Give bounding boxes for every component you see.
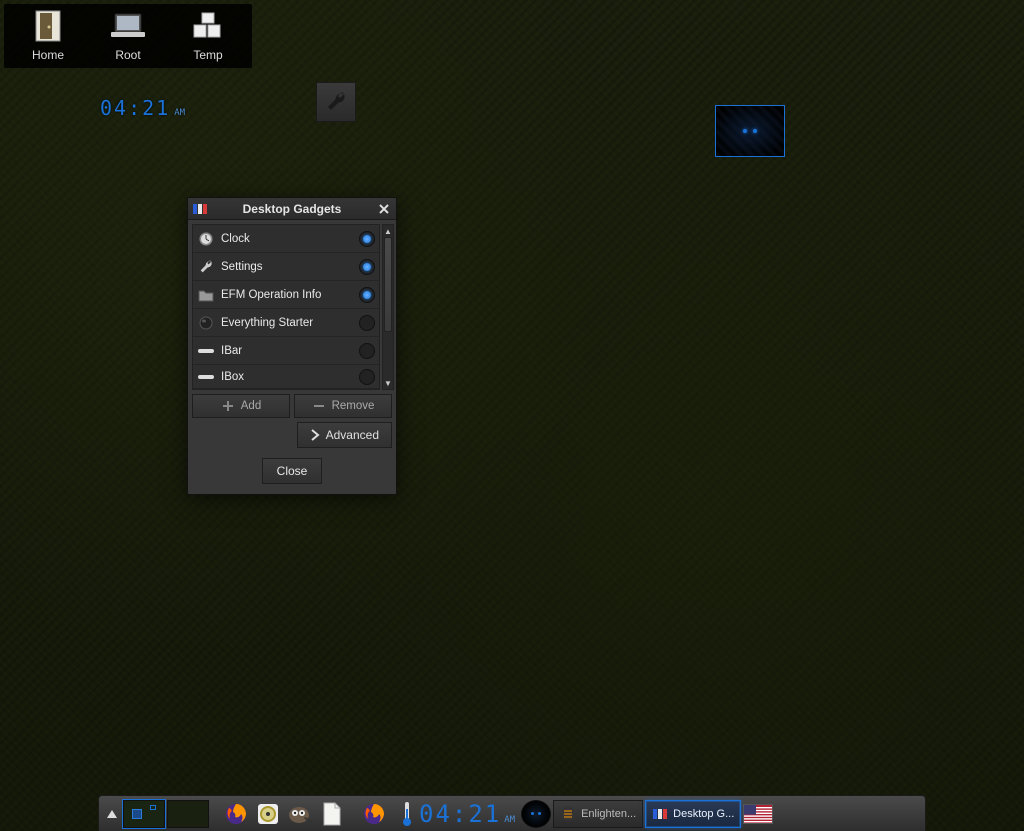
desktop-gadgets-dialog: Desktop Gadgets Clock Settings — [187, 197, 397, 495]
temp-label: Temp — [193, 48, 222, 62]
gadget-label: IBar — [215, 345, 359, 357]
gadget-toggle[interactable] — [359, 259, 375, 275]
clock-icon — [197, 230, 215, 248]
task-desktop-gadgets[interactable]: Desktop G... — [645, 800, 741, 828]
gadget-row-efm[interactable]: EFM Operation Info — [193, 281, 379, 309]
task-label: Desktop G... — [673, 808, 734, 820]
gadget-row-clock[interactable]: Clock — [193, 225, 379, 253]
wrench-icon — [324, 90, 348, 114]
folder-icon — [197, 286, 215, 304]
home-icon[interactable]: Home — [20, 8, 76, 62]
bar-icon — [197, 368, 215, 386]
eyes-icon — [743, 129, 757, 133]
settings-gadget[interactable] — [316, 82, 356, 122]
music-launcher[interactable] — [253, 800, 283, 828]
list-scrollbar[interactable]: ▲ ▼ — [382, 224, 394, 390]
taskbar-clock[interactable]: 04:21 AM — [415, 800, 519, 828]
taskbar-eyes-gadget[interactable] — [521, 800, 551, 828]
gadget-label: Settings — [215, 261, 359, 273]
gadget-label: Everything Starter — [215, 317, 359, 329]
home-label: Home — [32, 48, 64, 62]
gadget-toggle[interactable] — [359, 231, 375, 247]
gadget-toggle[interactable] — [359, 287, 375, 303]
thermometer-icon[interactable] — [401, 800, 413, 828]
taskbar-clock-ampm: AM — [504, 815, 515, 825]
enlightenment-icon — [560, 807, 576, 821]
advanced-label: Advanced — [326, 428, 379, 442]
advanced-button[interactable]: Advanced — [297, 422, 392, 448]
desktop-clock-ampm: AM — [174, 108, 185, 118]
pager-desktop-1[interactable] — [123, 800, 165, 828]
chevron-right-icon — [310, 429, 320, 441]
scroll-thumb[interactable] — [384, 237, 392, 332]
bar-icon — [197, 342, 215, 360]
taskbar: 04:21 AM Enlighten... Desktop G... — [98, 795, 926, 831]
laptop-icon — [108, 8, 148, 44]
gadget-toggle[interactable] — [359, 315, 375, 331]
gadget-row-ibar[interactable]: IBar — [193, 337, 379, 365]
root-icon[interactable]: Root — [100, 8, 156, 62]
root-label: Root — [115, 48, 140, 62]
taskbar-expand-icon[interactable] — [103, 800, 121, 828]
gadget-label: EFM Operation Info — [215, 289, 359, 301]
app-icon — [652, 807, 668, 821]
minus-icon — [312, 399, 326, 413]
desktop-clock-gadget[interactable]: 04:21 AM — [100, 96, 185, 120]
app-icon — [192, 202, 208, 216]
dialog-title: Desktop Gadgets — [208, 202, 376, 216]
close-button[interactable]: Close — [262, 458, 323, 484]
scroll-up-icon[interactable]: ▲ — [383, 225, 393, 237]
firefox-launcher-2[interactable] — [359, 800, 389, 828]
task-enlightenment[interactable]: Enlighten... — [553, 800, 643, 828]
pager-desktop-2[interactable] — [167, 800, 209, 828]
sphere-icon — [197, 314, 215, 332]
gadget-toggle[interactable] — [359, 343, 375, 359]
taskbar-clock-time: 04:21 — [419, 800, 501, 828]
desktop-clock-time: 04:21 — [100, 96, 170, 120]
firefox-launcher[interactable] — [221, 800, 251, 828]
gadget-row-settings[interactable]: Settings — [193, 253, 379, 281]
task-label: Enlighten... — [581, 808, 636, 820]
gimp-launcher[interactable] — [285, 800, 315, 828]
remove-button[interactable]: Remove — [294, 394, 392, 418]
wrench-icon — [197, 258, 215, 276]
selected-gadget-frame[interactable] — [715, 105, 785, 157]
desktop-icon-shelf: Home Root Temp — [4, 4, 252, 68]
gadget-toggle[interactable] — [359, 369, 375, 385]
plus-icon — [221, 399, 235, 413]
scroll-down-icon[interactable]: ▼ — [383, 377, 393, 389]
gadget-row-ibox[interactable]: IBox — [193, 365, 379, 389]
gadget-list: Clock Settings EFM Operation Info — [192, 224, 380, 390]
dialog-titlebar[interactable]: Desktop Gadgets — [188, 198, 396, 220]
remove-label: Remove — [332, 400, 375, 412]
boxes-icon — [188, 8, 228, 44]
pager — [123, 800, 209, 828]
add-button[interactable]: Add — [192, 394, 290, 418]
gadget-label: Clock — [215, 233, 359, 245]
door-icon — [28, 8, 68, 44]
dialog-close-icon[interactable] — [376, 201, 392, 217]
gadget-row-everything[interactable]: Everything Starter — [193, 309, 379, 337]
add-label: Add — [241, 400, 261, 412]
temp-icon[interactable]: Temp — [180, 8, 236, 62]
gadget-label: IBox — [215, 371, 359, 383]
document-launcher[interactable] — [317, 800, 347, 828]
keyboard-layout-flag[interactable] — [743, 804, 773, 824]
